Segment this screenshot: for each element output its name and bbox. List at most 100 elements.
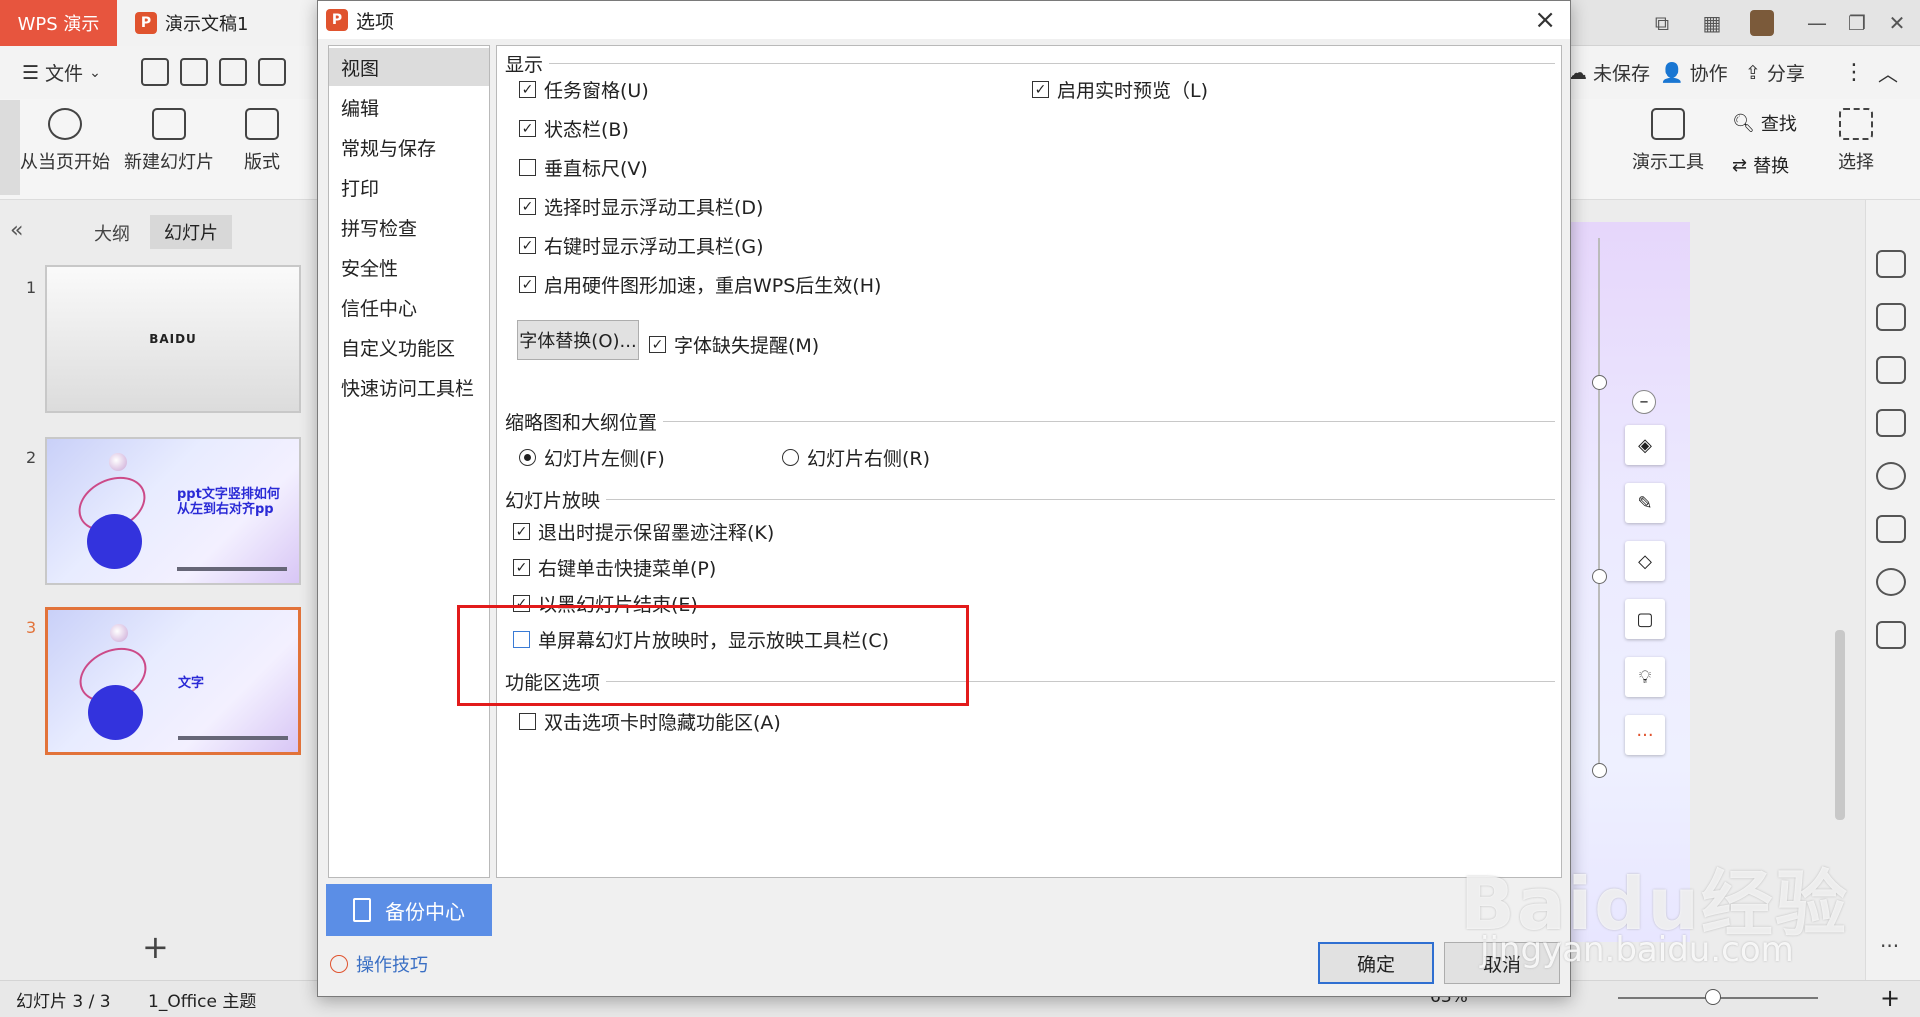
option-font-missing[interactable]: ✓ 字体缺失提醒(M) <box>649 331 819 358</box>
fill-color-icon[interactable]: ◇ <box>1625 541 1665 581</box>
slide-thumbnail-3[interactable]: 文字 <box>45 607 301 755</box>
checkbox[interactable]: ✓ <box>519 237 536 254</box>
sidebar-more-icon[interactable]: ··· <box>1880 934 1899 958</box>
replace-label: 替换 <box>1753 156 1790 177</box>
slide-number: 3 <box>26 618 37 637</box>
radio-thumb-left[interactable]: 幻灯片左侧(F) <box>519 444 665 471</box>
wps-app-tab[interactable]: WPS 演示 <box>0 0 117 46</box>
frame-icon[interactable]: ▢ <box>1625 599 1665 639</box>
option-task-pane[interactable]: ✓ 任务窗格(U) <box>519 76 649 103</box>
option-float-toolbar-rightclick[interactable]: ✓ 右键时显示浮动工具栏(G) <box>519 232 764 259</box>
checkbox[interactable] <box>519 159 536 176</box>
transition-icon[interactable] <box>1876 409 1906 437</box>
option-hide-ribbon-dblclick[interactable]: 双击选项卡时隐藏功能区(A) <box>519 708 781 735</box>
flash-icon[interactable] <box>1876 568 1906 596</box>
print-icon[interactable] <box>219 58 247 86</box>
play-from-start-button[interactable]: 从当页开始 <box>20 108 110 174</box>
backup-center-button[interactable]: 备份中心 <box>326 884 492 936</box>
pen-icon[interactable]: ✎ <box>1625 483 1665 523</box>
radio-thumb-right[interactable]: 幻灯片右侧(R) <box>782 444 930 471</box>
ok-button[interactable]: 确定 <box>1318 942 1434 984</box>
more-menu-icon[interactable]: ⋮ <box>1843 46 1865 99</box>
collapse-panel-icon[interactable]: « <box>10 218 23 243</box>
slide-canvas[interactable] <box>1560 222 1690 942</box>
checkbox[interactable]: ✓ <box>1032 81 1049 98</box>
option-status-bar[interactable]: ✓ 状态栏(B) <box>519 115 629 142</box>
image-icon[interactable] <box>1876 515 1906 543</box>
restore-icon[interactable]: ❐ <box>1840 8 1874 38</box>
collab-button[interactable]: 👤 协作 <box>1660 46 1728 99</box>
layout-switch-icon[interactable]: ⧉ <box>1645 8 1679 38</box>
find-button[interactable]: 🔍︎ 查找 <box>1732 110 1797 136</box>
share-button[interactable]: ⇪ 分享 <box>1745 46 1805 99</box>
nav-item-general-save[interactable]: 常规与保存 <box>329 128 489 166</box>
nav-item-quick-access[interactable]: 快速访问工具栏 <box>329 368 489 406</box>
checkbox[interactable]: ✓ <box>519 81 536 98</box>
unsaved-status[interactable]: ☁ 未保存 <box>1568 46 1650 99</box>
rocket-icon[interactable] <box>1876 250 1906 278</box>
checkbox[interactable]: ✓ <box>649 336 666 353</box>
font-replace-button[interactable]: 字体替换(O)... <box>517 320 639 360</box>
nav-item-edit[interactable]: 编辑 <box>329 88 489 126</box>
export-icon[interactable] <box>180 58 208 86</box>
tab-slides[interactable]: 幻灯片 <box>150 215 232 249</box>
replace-button[interactable]: ⇄ 替换 <box>1732 152 1789 178</box>
resize-handle[interactable] <box>1592 569 1607 584</box>
settings-sliders-icon[interactable] <box>1876 303 1906 331</box>
checkbox[interactable]: ✓ <box>513 559 530 576</box>
nav-item-print[interactable]: 打印 <box>329 168 489 206</box>
select-button[interactable]: 选择 <box>1838 108 1874 174</box>
checkbox[interactable]: ✓ <box>513 523 530 540</box>
collapse-float-icon[interactable]: – <box>1632 390 1656 414</box>
tips-link[interactable]: 操作技巧 <box>330 951 428 977</box>
grid-apps-icon[interactable]: ▦ <box>1695 8 1729 38</box>
help-icon[interactable] <box>1876 462 1906 490</box>
print-preview-icon[interactable] <box>258 58 286 86</box>
more-options-icon[interactable]: ··· <box>1625 715 1665 755</box>
tab-outline[interactable]: 大纲 <box>94 220 130 246</box>
checkbox[interactable]: ✓ <box>519 120 536 137</box>
layers-icon[interactable]: ◈ <box>1625 425 1665 465</box>
present-tools-button[interactable]: 演示工具 <box>1632 108 1704 174</box>
ribbon-scroll-left[interactable] <box>0 100 20 195</box>
scroll-thumb[interactable] <box>1835 630 1845 820</box>
option-ink-prompt[interactable]: ✓ 退出时提示保留墨迹注释(K) <box>513 518 774 545</box>
option-hardware-accel[interactable]: ✓ 启用硬件图形加速，重启WPS后生效(H) <box>519 271 881 298</box>
minimize-icon[interactable]: — <box>1800 8 1834 38</box>
idea-icon[interactable]: 💡︎ <box>1625 657 1665 697</box>
book-icon[interactable] <box>1876 621 1906 649</box>
slide-thumbnail-2[interactable]: ppt文字竖排如何从左到右对齐pp <box>45 437 301 585</box>
save-icon[interactable] <box>141 58 169 86</box>
checkbox[interactable]: ✓ <box>519 198 536 215</box>
resize-handle[interactable] <box>1592 375 1607 390</box>
option-rightclick-menu[interactable]: ✓ 右键单击快捷菜单(P) <box>513 554 716 581</box>
star-icon[interactable] <box>1876 356 1906 384</box>
theme-name[interactable]: 1_Office 主题 <box>148 987 256 1012</box>
zoom-slider-handle[interactable] <box>1705 989 1721 1005</box>
avatar[interactable] <box>1745 8 1779 38</box>
nav-item-customize-ribbon[interactable]: 自定义功能区 <box>329 328 489 366</box>
nav-item-security[interactable]: 安全性 <box>329 248 489 286</box>
share-icon: ⇪ <box>1745 61 1761 84</box>
zoom-in-icon[interactable]: + <box>1880 984 1900 1012</box>
option-vertical-ruler[interactable]: 垂直标尺(V) <box>519 154 648 181</box>
collapse-ribbon-icon[interactable]: ︿ <box>1878 46 1898 99</box>
close-window-icon[interactable]: ✕ <box>1880 8 1914 38</box>
option-live-preview[interactable]: ✓ 启用实时预览（L) <box>1032 76 1208 103</box>
add-slide-button[interactable]: + <box>142 928 169 966</box>
layout-button[interactable]: 版式 <box>244 108 280 174</box>
slide-thumbnail-1[interactable]: BAIDU <box>45 265 301 413</box>
new-slide-button[interactable]: 新建幻灯片 <box>124 108 214 174</box>
nav-item-spelling[interactable]: 拼写检查 <box>329 208 489 246</box>
nav-item-view[interactable]: 视图 <box>329 48 489 86</box>
document-tab[interactable]: P 演示文稿1 <box>117 0 327 46</box>
file-menu[interactable]: ☰ 文件 ⌄ <box>22 46 101 99</box>
resize-handle[interactable] <box>1592 763 1607 778</box>
nav-item-trust-center[interactable]: 信任中心 <box>329 288 489 326</box>
checkbox[interactable]: ✓ <box>519 276 536 293</box>
close-icon[interactable]: × <box>1534 5 1556 35</box>
radio-button[interactable] <box>519 449 536 466</box>
radio-button[interactable] <box>782 449 799 466</box>
option-float-toolbar-select[interactable]: ✓ 选择时显示浮动工具栏(D) <box>519 193 763 220</box>
checkbox[interactable] <box>519 713 536 730</box>
